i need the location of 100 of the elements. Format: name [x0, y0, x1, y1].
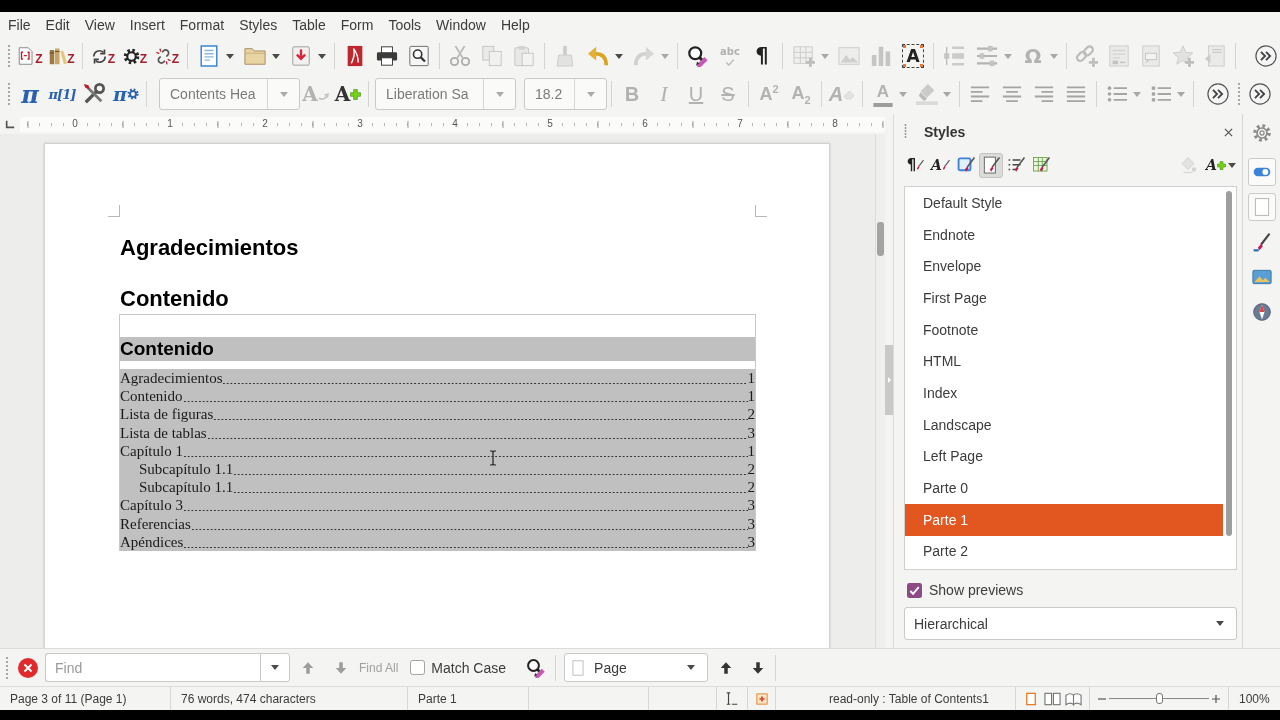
caret-icon [687, 665, 696, 670]
menu-item[interactable]: Form [333, 13, 381, 37]
style-list-item[interactable]: Endnote [905, 218, 1223, 251]
page-styles-button[interactable] [979, 152, 1003, 178]
ruler-number: 8 [830, 118, 840, 130]
double-chevron-icon [1249, 83, 1271, 105]
navigate-by-combo[interactable]: Page [564, 653, 709, 682]
bibliography-button[interactable]: Z [46, 40, 78, 72]
menu-item[interactable]: Format [172, 13, 232, 37]
menu-item[interactable]: Insert [122, 13, 172, 37]
text-cursor-icon[interactable] [725, 691, 739, 706]
new-style-menu-button[interactable]: A [1205, 152, 1237, 178]
list-icon [1151, 84, 1171, 104]
picture-icon [838, 45, 860, 67]
find-field[interactable]: Find [45, 653, 260, 682]
toc-page-number: 1 [747, 387, 755, 406]
copy-icon [481, 45, 503, 67]
panel-grip[interactable] [904, 124, 907, 140]
menu-item[interactable]: Styles [232, 13, 285, 37]
toc-page-number: 3 [747, 514, 755, 533]
ruler-number: 6 [640, 118, 650, 130]
corner-mark-icon [755, 205, 767, 217]
citation-button[interactable]: Z [14, 40, 46, 72]
i-beam-cursor-icon [489, 450, 497, 466]
style-filter-dropdown[interactable]: Hierarchical [904, 607, 1237, 640]
document-icon [198, 45, 220, 67]
toc-entry: Apéndices [120, 532, 184, 551]
toolbar-grip[interactable] [7, 82, 11, 106]
bracket-page-icon [17, 47, 36, 65]
ruler-number: 1 [165, 118, 175, 130]
page-tab[interactable] [1247, 193, 1276, 221]
formatting-marks-button[interactable]: ¶ [746, 40, 778, 72]
formula-button[interactable]: π [14, 78, 46, 110]
settings-icon [1251, 123, 1272, 143]
picture-icon [1251, 267, 1272, 287]
style-list-item[interactable]: Parte 1 [905, 503, 1223, 536]
style-list-item[interactable]: HTML [905, 345, 1223, 378]
menu-item[interactable]: Edit [38, 13, 77, 37]
align-left-icon [970, 84, 990, 104]
vertical-scrollbar[interactable] [875, 134, 885, 648]
bullet-list-icon [1107, 84, 1127, 104]
style-list-item[interactable]: Parte 2 [905, 535, 1223, 568]
menu-item[interactable]: View [77, 13, 122, 37]
style-list-item[interactable]: Parte 0 [905, 472, 1223, 504]
tab-stop-icon[interactable] [5, 119, 15, 129]
properties-tab[interactable] [1247, 158, 1276, 186]
paragraph-styles-button[interactable]: ¶ [904, 152, 928, 178]
style-list-item[interactable]: Index [905, 377, 1223, 409]
ruler-number: 5 [545, 118, 555, 130]
toc-entry: Lista de tablas [120, 423, 207, 442]
match-case-checkbox[interactable] [410, 660, 426, 675]
arrow-up-icon [719, 660, 734, 675]
close-icon [1224, 127, 1233, 137]
toolbar-grip[interactable] [1237, 82, 1241, 106]
document-modified-icon[interactable] [755, 692, 768, 705]
unlink-button[interactable]: Z [151, 40, 183, 72]
character-styles-button[interactable]: A [929, 152, 953, 178]
style-list-item[interactable]: Envelope [905, 250, 1223, 283]
caret-icon [899, 91, 907, 97]
page-arrow-icon [1204, 45, 1226, 67]
style-list-item[interactable]: Left Page [905, 440, 1223, 473]
find-history-button[interactable] [260, 653, 290, 682]
style-list-item[interactable]: Footnote [905, 313, 1223, 346]
menu-item[interactable]: Help [493, 13, 537, 37]
style-list-item[interactable]: First Page [905, 282, 1223, 314]
ruler-number: 2 [260, 118, 270, 130]
folder-icon [244, 45, 266, 67]
toc-entry: Lista de figuras [120, 405, 214, 424]
printer-icon [376, 45, 398, 67]
page-brush-icon [981, 155, 1001, 175]
preferences-button[interactable]: Z [119, 40, 151, 72]
toc-page-number: 1 [747, 441, 755, 460]
style-list-item[interactable]: Landscape [905, 408, 1223, 441]
menu-item[interactable]: Window [429, 13, 493, 37]
numbered-formula-button[interactable]: π[1] [46, 78, 78, 110]
caret-icon [1050, 53, 1058, 59]
table-brush-icon [1031, 155, 1051, 175]
new-style-button[interactable]: A [332, 78, 364, 110]
scrollbar-thumb[interactable] [1226, 191, 1232, 536]
toolbar-grip[interactable] [7, 44, 11, 68]
open-book-icon [1065, 691, 1082, 706]
menu-item[interactable]: Tools [381, 13, 429, 37]
menu-item[interactable]: Table [285, 13, 333, 37]
close-icon [18, 657, 38, 678]
menu-item[interactable]: File [1, 13, 38, 37]
style-list-item[interactable]: Default Style [905, 187, 1223, 219]
refresh-button[interactable]: Z [87, 40, 119, 72]
toolbar-grip[interactable] [5, 655, 9, 680]
heading: Agradecimientos [120, 235, 300, 261]
caret-icon [272, 53, 280, 59]
caret-icon [271, 665, 279, 670]
formula-settings-button[interactable]: π [110, 78, 142, 110]
zoom-slider-thumb[interactable] [1156, 693, 1163, 704]
sidebar-collapse-handle[interactable] [885, 345, 893, 415]
scrollbar-thumb[interactable] [877, 222, 884, 256]
clipboard-icon [513, 45, 535, 67]
gear-icon [126, 88, 139, 100]
toc-entry: Referencias [120, 514, 191, 533]
eraser-icon [843, 88, 856, 100]
show-previews-checkbox[interactable] [907, 582, 922, 598]
